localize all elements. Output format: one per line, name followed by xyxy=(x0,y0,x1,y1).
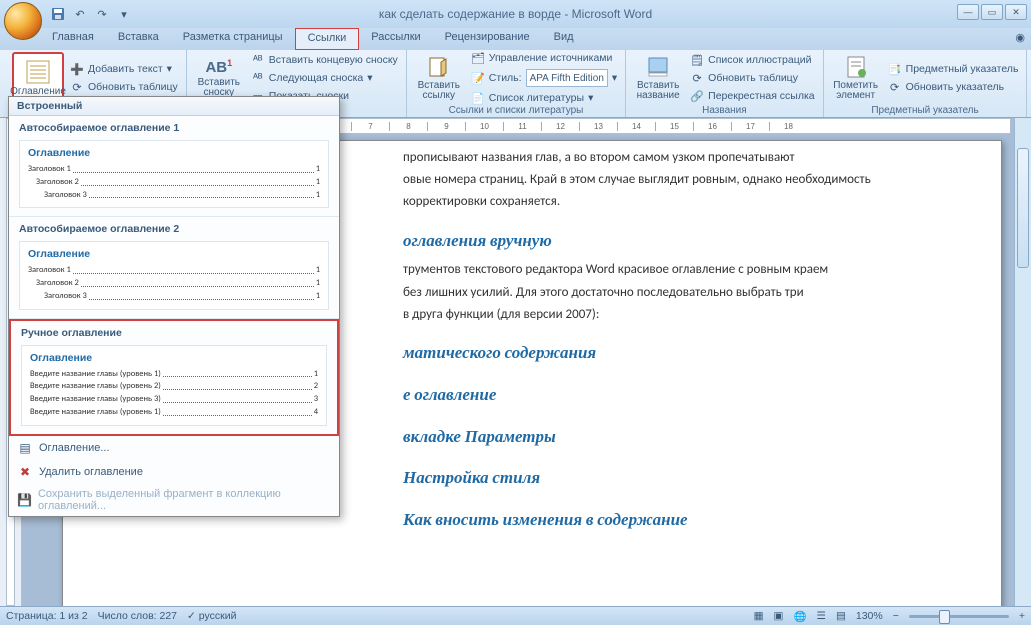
body-text: трументов текстового редактора Word крас… xyxy=(403,261,953,279)
sources-icon: 🗂 xyxy=(471,51,485,65)
tab-view[interactable]: Вид xyxy=(542,28,586,50)
save-selection-icon: 💾 xyxy=(17,492,32,508)
tab-insert[interactable]: Вставка xyxy=(106,28,171,50)
redo-icon[interactable]: ↷ xyxy=(94,6,110,22)
heading: Как вносить изменения в содержание xyxy=(403,509,953,533)
next-footnote-button[interactable]: ᴬᴮСледующая сноска ▾ xyxy=(249,70,400,86)
qat-dropdown-icon[interactable]: ▾ xyxy=(116,6,132,22)
title-bar: ↶ ↷ ▾ как сделать содержание в ворде - M… xyxy=(0,0,1031,28)
tab-home[interactable]: Главная xyxy=(40,28,106,50)
status-language[interactable]: ✓ русский xyxy=(187,610,236,622)
heading: Настройка стиля xyxy=(403,467,953,491)
maximize-button[interactable]: ▭ xyxy=(981,4,1003,20)
insert-index-button[interactable]: 📑Предметный указатель xyxy=(886,61,1021,77)
group-captions: Вставить название 🗒Список иллюстраций ⟳О… xyxy=(626,50,823,117)
body-text: прописывают названия глав, а во втором с… xyxy=(403,149,953,167)
tab-mailings[interactable]: Рассылки xyxy=(359,28,432,50)
toc-preview: Оглавление Введите название главы (урове… xyxy=(21,345,327,426)
mark-entry-button[interactable]: Пометить элемент xyxy=(830,52,882,104)
group-label-captions: Названия xyxy=(632,104,816,117)
figure-list-icon: 🗒 xyxy=(690,53,704,67)
group-toa: Пометить ссылку Таблица ссылок xyxy=(1027,50,1031,117)
refresh-icon: ⟳ xyxy=(70,80,84,94)
status-word-count[interactable]: Число слов: 227 xyxy=(98,610,177,622)
index-icon: 📑 xyxy=(888,62,902,76)
ribbon-tabs: Главная Вставка Разметка страницы Ссылки… xyxy=(0,28,1031,50)
zoom-level[interactable]: 130% xyxy=(856,610,883,622)
tab-references[interactable]: Ссылки xyxy=(295,28,360,50)
zoom-slider[interactable] xyxy=(909,615,1009,618)
cross-reference-button[interactable]: 🔗Перекрестная ссылка xyxy=(688,88,816,104)
toc-icon: ▤ xyxy=(17,440,33,456)
crossref-icon: 🔗 xyxy=(690,89,704,103)
figure-list-button[interactable]: 🗒Список иллюстраций xyxy=(688,52,816,68)
next-footnote-icon: ᴬᴮ xyxy=(251,71,265,85)
close-button[interactable]: ✕ xyxy=(1005,4,1027,20)
group-label-citations: Ссылки и списки литературы xyxy=(413,104,619,117)
body-text: без лишних усилий. Для этого достаточно … xyxy=(403,284,953,302)
view-full-screen-icon[interactable]: ▣ xyxy=(774,610,784,622)
group-citations: Вставить ссылку 🗂Управление источниками … xyxy=(407,50,626,117)
menu-remove-toc[interactable]: ✖Удалить оглавление xyxy=(9,460,339,484)
insert-citation-button[interactable]: Вставить ссылку xyxy=(413,52,465,104)
quick-access-toolbar: ↶ ↷ ▾ xyxy=(50,6,132,22)
heading: оглавления вручную xyxy=(403,230,953,254)
gallery-item-auto2[interactable]: Автособираемое оглавление 2 Оглавление З… xyxy=(9,217,339,318)
body-text: корректировки сохраняется. xyxy=(403,193,953,211)
minimize-button[interactable]: — xyxy=(957,4,979,20)
refresh-icon: ⟳ xyxy=(690,71,704,85)
endnote-icon: ᴬᴮ xyxy=(251,53,265,67)
group-index: Пометить элемент 📑Предметный указатель ⟳… xyxy=(824,50,1028,117)
plus-icon: ➕ xyxy=(70,62,84,76)
gallery-item-manual[interactable]: Ручное оглавление Оглавление Введите наз… xyxy=(9,319,339,436)
toc-gallery-dropdown: Встроенный Автособираемое оглавление 1 О… xyxy=(8,96,340,517)
add-text-button[interactable]: ➕Добавить текст ▾ xyxy=(68,61,180,77)
tab-review[interactable]: Рецензирование xyxy=(433,28,542,50)
vertical-scrollbar[interactable] xyxy=(1014,118,1031,606)
gallery-category-header: Встроенный xyxy=(9,97,339,116)
toc-preview: Оглавление Заголовок 11Заголовок 21Загол… xyxy=(19,140,329,208)
view-draft-icon[interactable]: ▤ xyxy=(836,610,846,622)
heading: матического содержания xyxy=(403,342,953,366)
remove-icon: ✖ xyxy=(17,464,33,480)
body-text: овые номера страниц. Край в этом случае … xyxy=(403,171,953,189)
help-icon[interactable]: ◉ xyxy=(1015,31,1025,44)
bibliography-icon: 📄 xyxy=(471,91,485,105)
body-text: в друга функции (для версии 2007): xyxy=(403,306,953,324)
gallery-item-auto1[interactable]: Автособираемое оглавление 1 Оглавление З… xyxy=(9,116,339,217)
menu-save-selection: 💾Сохранить выделенный фрагмент в коллекц… xyxy=(9,484,339,516)
zoom-out-button[interactable]: − xyxy=(893,610,899,622)
window-title: как сделать содержание в ворде - Microso… xyxy=(379,7,652,21)
citation-style-select[interactable]: 📝Стиль: APA Fifth Edition ▾ xyxy=(469,68,619,88)
view-print-layout-icon[interactable]: ▦ xyxy=(754,610,764,622)
undo-icon[interactable]: ↶ xyxy=(72,6,88,22)
manage-sources-button[interactable]: 🗂Управление источниками xyxy=(469,50,619,66)
update-index-button[interactable]: ⟳Обновить указатель xyxy=(886,79,1021,95)
style-icon: 📝 xyxy=(471,71,485,85)
zoom-in-button[interactable]: + xyxy=(1019,610,1025,622)
insert-endnote-button[interactable]: ᴬᴮВставить концевую сноску xyxy=(249,52,400,68)
update-table2-button[interactable]: ⟳Обновить таблицу xyxy=(688,70,816,86)
view-outline-icon[interactable]: ☰ xyxy=(817,610,826,622)
office-button[interactable] xyxy=(4,2,42,40)
group-label-index: Предметный указатель xyxy=(830,104,1021,117)
status-page[interactable]: Страница: 1 из 2 xyxy=(6,610,88,622)
spellcheck-icon: ✓ xyxy=(187,610,196,622)
save-icon[interactable] xyxy=(50,6,66,22)
toc-preview: Оглавление Заголовок 11Заголовок 21Загол… xyxy=(19,241,329,309)
refresh-icon: ⟳ xyxy=(888,80,902,94)
status-bar: Страница: 1 из 2 Число слов: 227 ✓ русск… xyxy=(0,606,1031,625)
heading: е оглавление xyxy=(403,384,953,408)
tab-page-layout[interactable]: Разметка страницы xyxy=(171,28,295,50)
menu-insert-toc[interactable]: ▤Оглавление... xyxy=(9,436,339,460)
update-table-button[interactable]: ⟳Обновить таблицу xyxy=(68,79,180,95)
view-web-icon[interactable]: 🌐 xyxy=(793,610,806,623)
heading: вкладке Параметры xyxy=(403,426,953,450)
insert-caption-button[interactable]: Вставить название xyxy=(632,52,684,104)
